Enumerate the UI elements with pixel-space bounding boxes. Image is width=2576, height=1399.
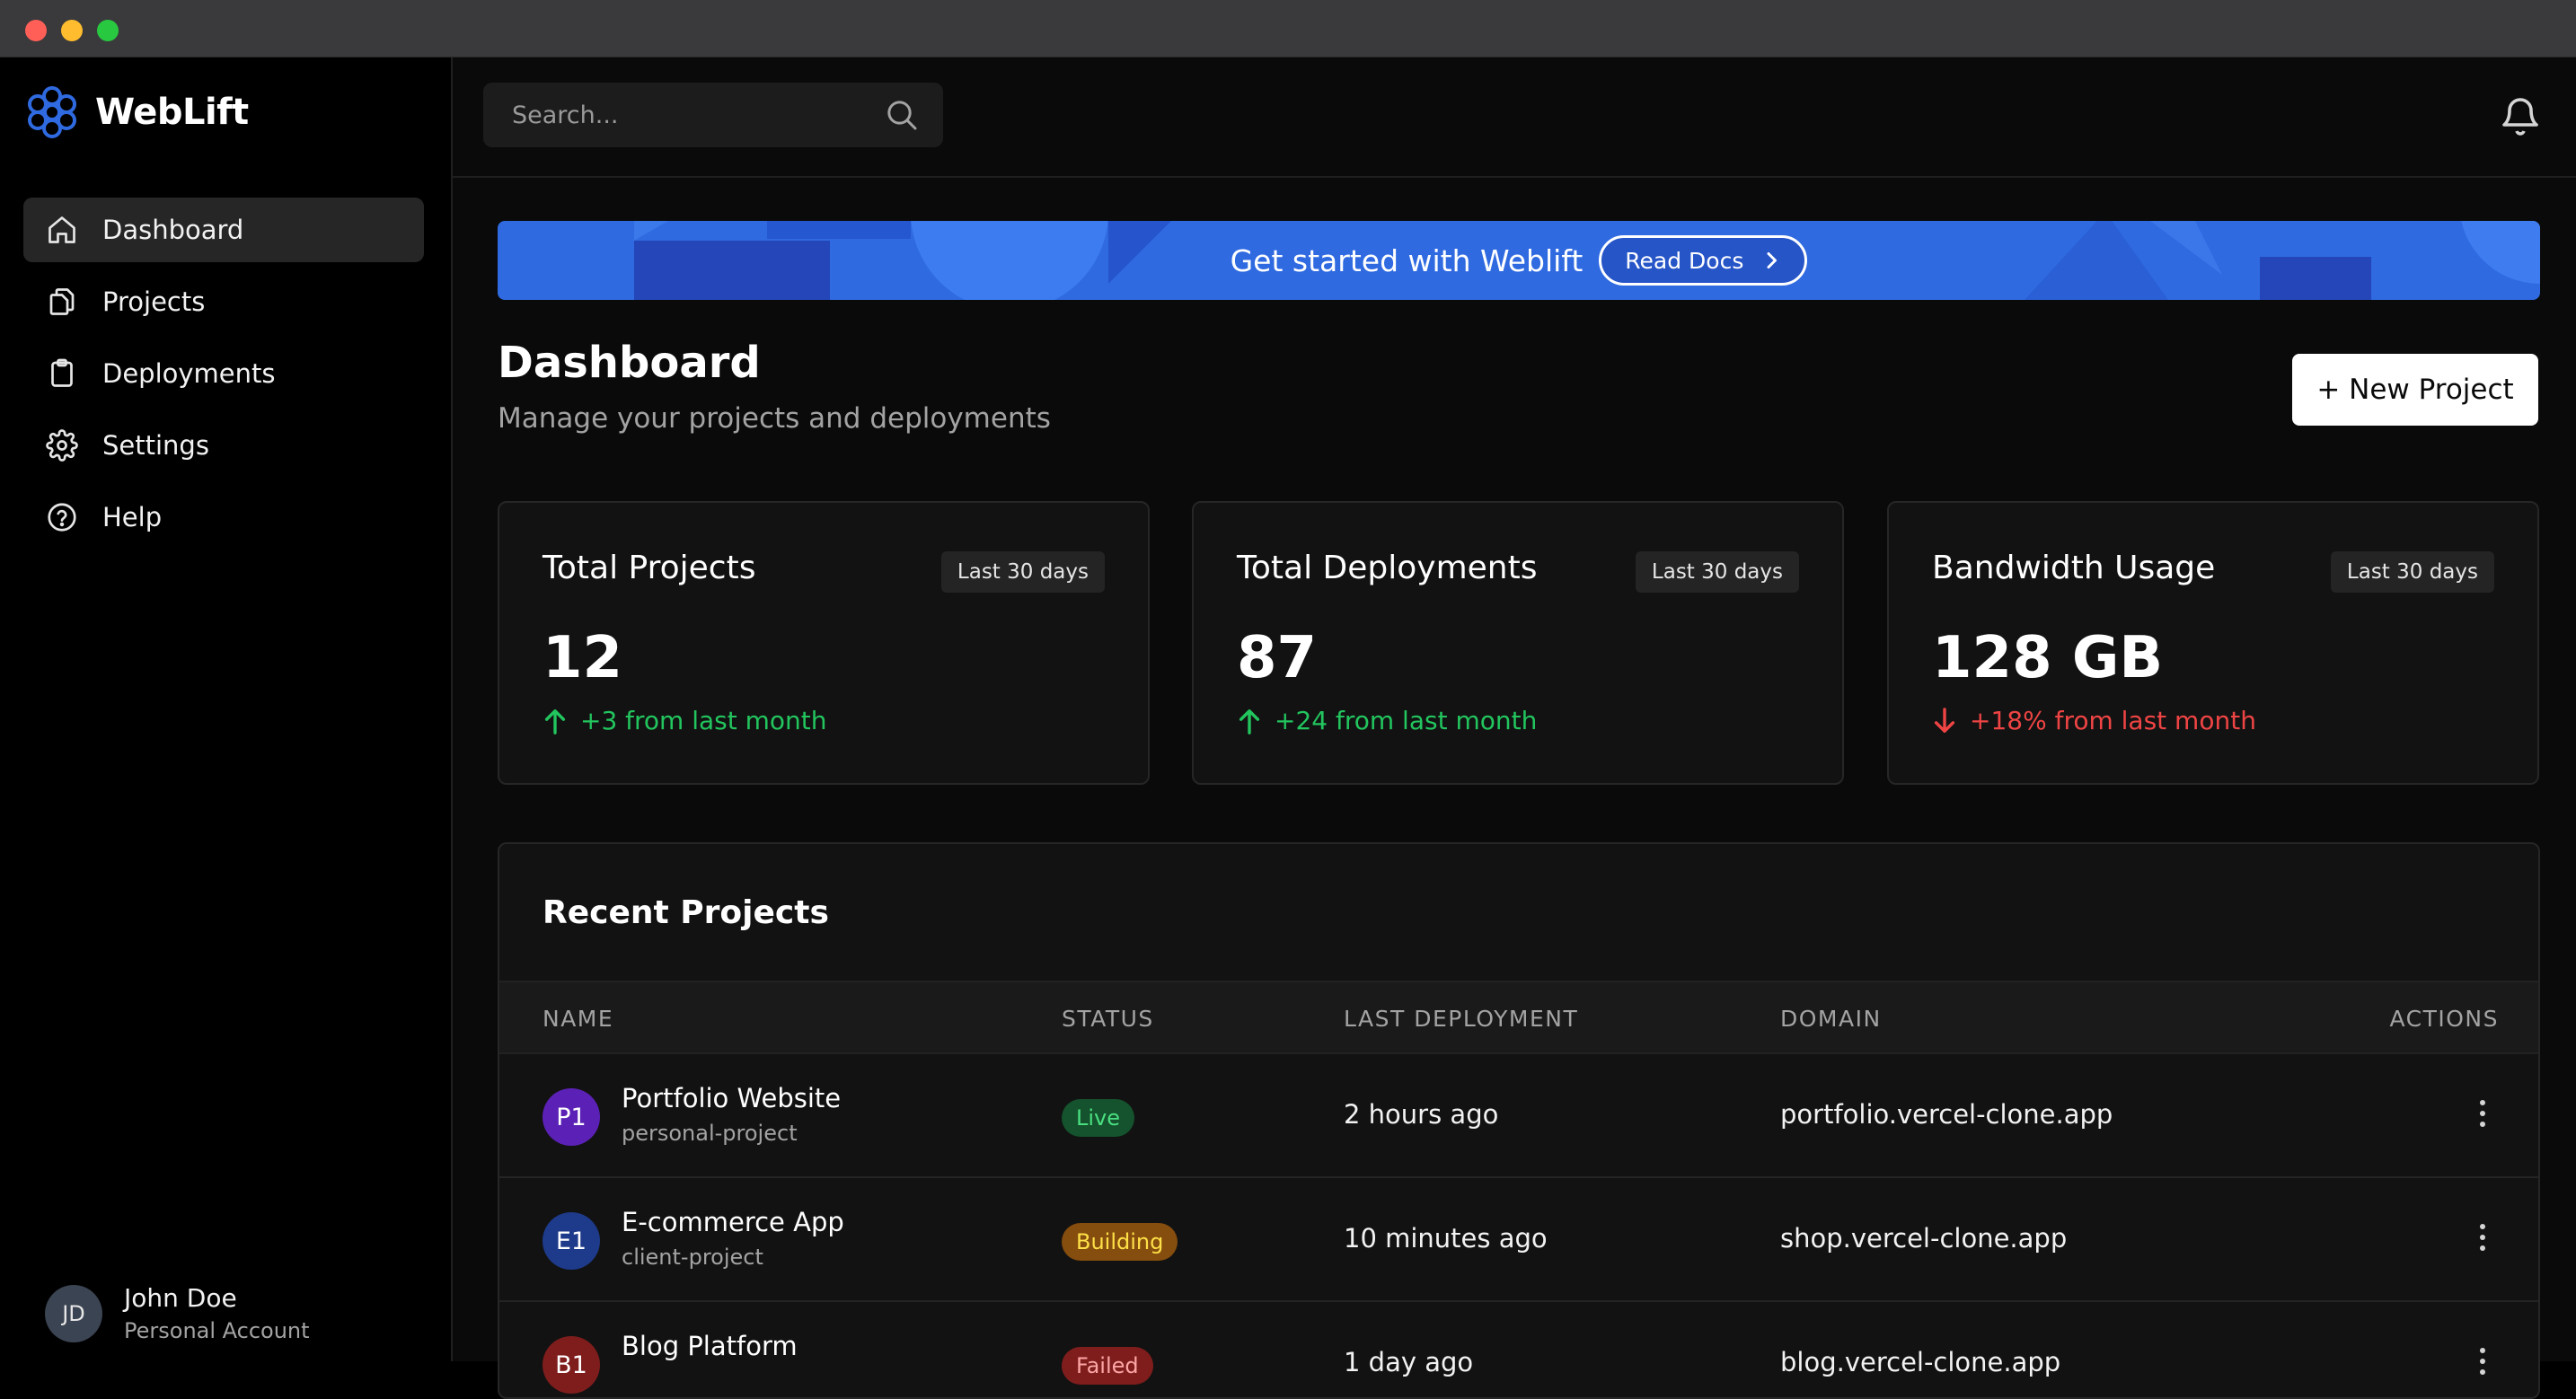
- project-name[interactable]: Blog Platform: [622, 1331, 798, 1361]
- user-account[interactable]: JD John Doe Personal Account: [45, 1283, 310, 1343]
- stat-value: 87: [1237, 625, 1318, 691]
- project-domain[interactable]: portfolio.vercel-clone.app: [1780, 1099, 2113, 1130]
- help-circle-icon: [45, 500, 79, 534]
- column-header-name: NAME: [543, 1006, 614, 1032]
- stat-value: 128 GB: [1932, 625, 2164, 691]
- stat-trend-text: +18% from last month: [1970, 706, 2256, 735]
- sidebar-item-deployments[interactable]: Deployments: [23, 341, 424, 406]
- period-badge: Last 30 days: [2330, 551, 2494, 593]
- column-header-last-deployment: LAST DEPLOYMENT: [1344, 1006, 1579, 1032]
- project-type: personal-project: [622, 1121, 798, 1146]
- avatar: JD: [45, 1284, 102, 1342]
- search-input[interactable]: Search...: [483, 83, 943, 147]
- stat-title: Total Deployments: [1237, 550, 1538, 586]
- sidebar-item-help[interactable]: Help: [23, 485, 424, 550]
- sidebar: WebLift Dashboard Projects Deployments S…: [0, 57, 453, 1361]
- home-icon: [45, 213, 79, 247]
- project-avatar: E1: [543, 1212, 600, 1270]
- sidebar-nav: Dashboard Projects Deployments Settings …: [23, 198, 424, 557]
- stat-title: Bandwidth Usage: [1932, 550, 2216, 586]
- chevron-right-icon: [1767, 252, 1778, 268]
- status-badge: Failed: [1062, 1347, 1153, 1385]
- table-row[interactable]: E1 E-commerce App client-project Buildin…: [499, 1178, 2538, 1302]
- project-avatar: B1: [543, 1336, 600, 1394]
- window-zoom-button[interactable]: [97, 20, 119, 41]
- status-badge: Building: [1062, 1223, 1178, 1261]
- copy-icon: [45, 285, 79, 319]
- status-badge: Live: [1062, 1099, 1135, 1137]
- last-deployment: 10 minutes ago: [1344, 1223, 1548, 1254]
- brand-name: WebLift: [95, 92, 249, 133]
- bell-icon[interactable]: [2499, 92, 2542, 140]
- getting-started-banner: Get started with Weblift Read Docs: [498, 221, 2540, 300]
- stat-card-bandwidth-usage: Bandwidth Usage Last 30 days 128 GB +18%…: [1887, 501, 2539, 785]
- read-docs-button[interactable]: Read Docs: [1599, 235, 1808, 286]
- stat-title: Total Projects: [543, 550, 756, 586]
- flower-logo-icon: [28, 86, 76, 138]
- clipboard-icon: [45, 356, 79, 391]
- topbar: Search...: [453, 57, 2576, 178]
- search-icon[interactable]: [884, 97, 920, 133]
- project-domain[interactable]: shop.vercel-clone.app: [1780, 1223, 2067, 1254]
- last-deployment: 1 day ago: [1344, 1347, 1474, 1377]
- sidebar-item-settings[interactable]: Settings: [23, 413, 424, 478]
- arrow-up-icon: [1239, 708, 1260, 735]
- stat-trend-text: +24 from last month: [1275, 706, 1538, 735]
- sidebar-item-label: Deployments: [102, 358, 276, 389]
- project-avatar: P1: [543, 1088, 600, 1146]
- read-docs-label: Read Docs: [1625, 247, 1744, 274]
- arrow-down-icon: [1934, 707, 1955, 733]
- project-name[interactable]: E-commerce App: [622, 1207, 844, 1237]
- project-name[interactable]: Portfolio Website: [622, 1083, 841, 1113]
- table-row[interactable]: B1 Blog Platform Failed 1 day ago blog.v…: [499, 1302, 2538, 1397]
- more-vertical-icon[interactable]: [2474, 1343, 2492, 1379]
- column-header-domain: DOMAIN: [1780, 1006, 1882, 1032]
- search-placeholder: Search...: [512, 101, 619, 129]
- sidebar-item-label: Help: [102, 502, 163, 532]
- gear-icon: [45, 428, 79, 462]
- sidebar-item-projects[interactable]: Projects: [23, 269, 424, 334]
- stat-card-total-projects: Total Projects Last 30 days 12 +3 from l…: [498, 501, 1150, 785]
- window-minimize-button[interactable]: [61, 20, 83, 41]
- more-vertical-icon[interactable]: [2474, 1095, 2492, 1131]
- recent-projects-panel: Recent Projects NAME STATUS LAST DEPLOYM…: [498, 842, 2540, 1399]
- window-titlebar: [0, 0, 2576, 57]
- stat-trend: +24 from last month: [1237, 706, 1537, 735]
- column-header-actions: ACTIONS: [2389, 1006, 2499, 1032]
- last-deployment: 2 hours ago: [1344, 1099, 1499, 1130]
- arrow-up-icon: [544, 708, 566, 735]
- more-vertical-icon[interactable]: [2474, 1219, 2492, 1255]
- table-header: NAME STATUS LAST DEPLOYMENT DOMAIN ACTIO…: [499, 981, 2538, 1054]
- user-name: John Doe: [124, 1283, 237, 1313]
- period-badge: Last 30 days: [940, 551, 1105, 593]
- brand[interactable]: WebLift: [25, 83, 249, 142]
- banner-text: Get started with Weblift: [1230, 242, 1584, 278]
- sidebar-item-label: Settings: [102, 430, 209, 461]
- period-badge: Last 30 days: [1635, 551, 1799, 593]
- main-content: Get started with Weblift Read Docs Dashb…: [453, 178, 2576, 1399]
- project-domain[interactable]: blog.vercel-clone.app: [1780, 1347, 2060, 1377]
- sidebar-item-label: Dashboard: [102, 215, 244, 245]
- window-close-button[interactable]: [25, 20, 47, 41]
- stat-trend-text: +3 from last month: [580, 706, 827, 735]
- new-project-button[interactable]: + New Project: [2292, 354, 2538, 426]
- recent-projects-title: Recent Projects: [543, 894, 829, 931]
- page-subtitle: Manage your projects and deployments: [498, 402, 1051, 435]
- column-header-status: STATUS: [1062, 1006, 1154, 1032]
- table-row[interactable]: P1 Portfolio Website personal-project Li…: [499, 1054, 2538, 1178]
- user-account-type: Personal Account: [124, 1318, 310, 1343]
- sidebar-item-label: Projects: [102, 286, 206, 317]
- stat-card-total-deployments: Total Deployments Last 30 days 87 +24 fr…: [1192, 501, 1844, 785]
- stat-trend: +3 from last month: [543, 706, 827, 735]
- sidebar-item-dashboard[interactable]: Dashboard: [23, 198, 424, 262]
- stat-value: 12: [543, 625, 623, 691]
- project-type: client-project: [622, 1245, 763, 1270]
- stat-trend: +18% from last month: [1932, 706, 2256, 735]
- page-title: Dashboard: [498, 338, 761, 388]
